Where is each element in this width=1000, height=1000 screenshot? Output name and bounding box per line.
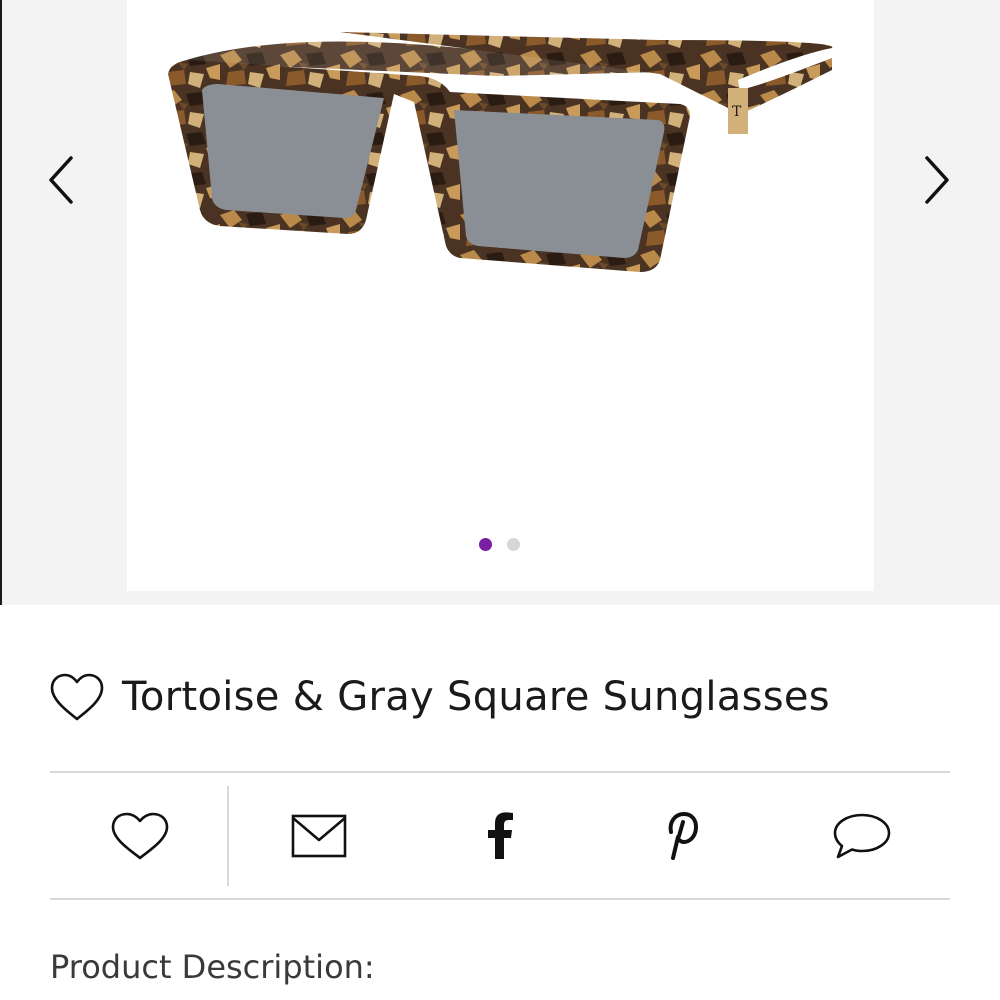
pinterest-icon: [668, 811, 698, 860]
speech-bubble-icon: [833, 813, 891, 858]
carousel-dot-1[interactable]: [479, 538, 492, 551]
carousel-dot-2[interactable]: [507, 538, 520, 551]
product-image[interactable]: T: [160, 10, 840, 290]
heart-outline-icon: [111, 812, 169, 859]
chevron-right-icon: [925, 156, 949, 204]
facebook-share-button[interactable]: [450, 773, 550, 898]
previous-image-button[interactable]: [40, 150, 80, 210]
product-description-heading: Product Description:: [50, 948, 375, 986]
chevron-left-icon: [49, 156, 73, 204]
email-share-button[interactable]: [269, 773, 369, 898]
pinterest-share-button[interactable]: [631, 773, 731, 898]
divider: [50, 898, 950, 900]
image-gallery: T: [0, 0, 1000, 605]
product-title: Tortoise & Gray Square Sunglasses: [122, 674, 830, 720]
facebook-icon: [488, 811, 513, 859]
favorite-button[interactable]: [90, 773, 190, 898]
svg-text:T: T: [732, 104, 742, 120]
action-separator: [227, 786, 229, 886]
envelope-icon: [291, 814, 347, 857]
product-title-row: Tortoise & Gray Square Sunglasses: [48, 665, 958, 729]
next-image-button[interactable]: [918, 150, 958, 210]
action-bar: [50, 773, 950, 898]
gallery-edge: [0, 0, 2, 605]
product-page: T Tortoise & Gray Square Sunglasses Prod…: [0, 0, 1000, 1000]
heart-outline-icon[interactable]: [48, 671, 106, 723]
comment-button[interactable]: [812, 773, 912, 898]
carousel-dots: [479, 538, 520, 551]
